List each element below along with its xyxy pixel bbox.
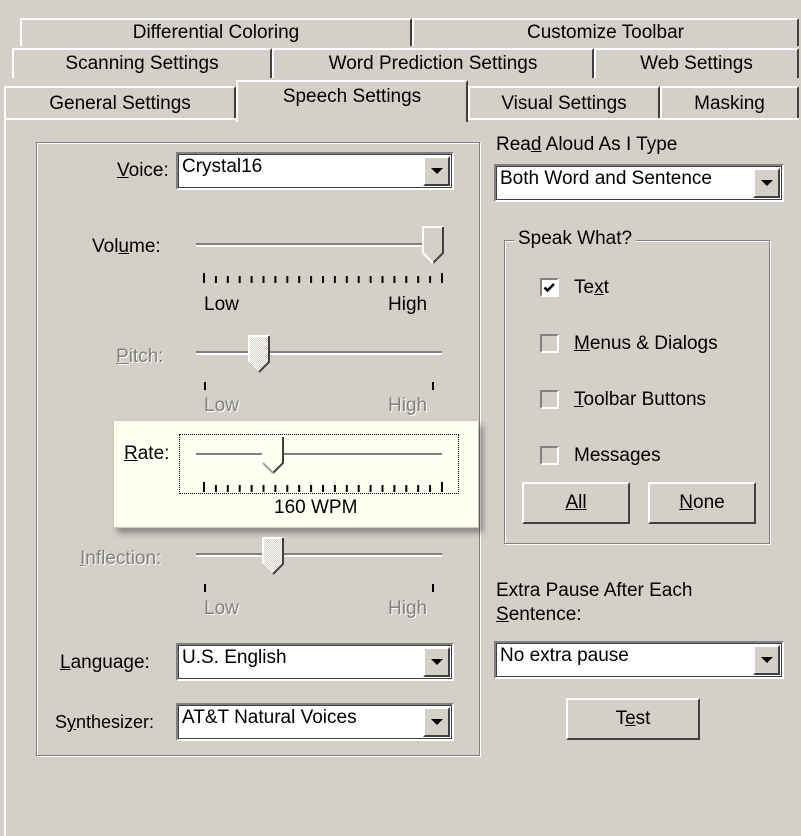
extra-pause-dropdown-button[interactable]	[753, 645, 780, 675]
extra-pause-select[interactable]: No extra pause	[494, 641, 784, 679]
voice-label: Voice:	[117, 160, 169, 181]
menus-dialogs-checkbox[interactable]	[540, 334, 559, 353]
read-aloud-value: Both Word and Sentence	[500, 168, 712, 189]
volume-ticks	[203, 273, 443, 283]
tab-label: Visual Settings	[501, 93, 627, 114]
tab-scanning-settings[interactable]: Scanning Settings	[12, 48, 272, 78]
all-button-label: All	[565, 492, 587, 513]
none-button-label: None	[679, 492, 725, 513]
tab-differential-coloring[interactable]: Differential Coloring	[20, 18, 412, 46]
check-icon	[543, 283, 555, 293]
inflection-slider-thumb	[262, 537, 284, 575]
inflection-tick-high	[432, 584, 434, 592]
extra-pause-label-line2: Sentence:	[496, 604, 582, 625]
inflection-low-label: Low	[204, 598, 239, 619]
menus-dialogs-checkbox-label[interactable]: Menus & Dialogs	[574, 333, 718, 355]
chevron-down-icon	[430, 719, 443, 725]
synthesizer-label: Synthesizer:	[55, 712, 155, 732]
pitch-label: Pitch:	[116, 346, 164, 367]
tab-label: General Settings	[49, 93, 191, 114]
messages-checkbox[interactable]	[540, 446, 559, 465]
tab-speech-settings[interactable]: Speech Settings	[236, 80, 468, 122]
tab-label: Masking	[694, 93, 765, 114]
rate-track	[196, 453, 442, 457]
tab-visual-settings[interactable]: Visual Settings	[468, 86, 660, 120]
tab-general-settings[interactable]: General Settings	[4, 86, 236, 120]
chevron-down-icon	[760, 657, 773, 663]
all-button[interactable]: All	[522, 482, 630, 524]
volume-track	[196, 243, 442, 247]
tab-customize-toolbar[interactable]: Customize Toolbar	[412, 18, 799, 46]
pitch-low-label: Low	[204, 395, 239, 416]
volume-high-label: High	[388, 294, 428, 315]
tab-label: Differential Coloring	[132, 22, 300, 43]
toolbar-buttons-checkbox[interactable]	[540, 390, 559, 409]
read-aloud-label: Read Aloud As I Type	[496, 134, 678, 155]
rate-label: Rate:	[124, 443, 170, 464]
pitch-high-label: High	[388, 395, 428, 416]
pitch-track	[196, 351, 442, 355]
pitch-tick-low	[204, 382, 206, 390]
inflection-track	[196, 553, 442, 557]
voice-value: Crystal16	[182, 156, 263, 177]
volume-low-label: Low	[204, 294, 239, 315]
rate-slider-thumb[interactable]	[262, 436, 284, 474]
extra-pause-value: No extra pause	[500, 645, 629, 666]
read-aloud-select[interactable]: Both Word and Sentence	[494, 164, 784, 202]
speak-what-title: Speak What?	[514, 228, 637, 250]
tab-label: Customize Toolbar	[526, 22, 684, 43]
synthesizer-dropdown-button[interactable]	[423, 707, 450, 737]
volume-label: Volume:	[92, 236, 161, 257]
tab-masking[interactable]: Masking	[660, 86, 799, 120]
rate-ticks	[203, 482, 443, 492]
test-button-label: Test	[615, 708, 651, 729]
language-select[interactable]: U.S. English	[176, 643, 454, 681]
pitch-tick-high	[432, 382, 434, 390]
chevron-down-icon	[430, 659, 443, 665]
rate-value-label: 160 WPM	[274, 497, 358, 518]
voice-dropdown-button[interactable]	[423, 156, 450, 186]
none-button[interactable]: None	[648, 482, 756, 524]
volume-slider-thumb[interactable]	[422, 226, 444, 264]
extra-pause-label: Extra Pause After Each	[496, 580, 693, 601]
text-checkbox[interactable]	[540, 278, 559, 297]
language-label: Language:	[60, 652, 150, 673]
tab-label: Web Settings	[640, 53, 753, 74]
tab-web-settings[interactable]: Web Settings	[594, 48, 799, 78]
inflection-label: Inflection:	[80, 548, 162, 569]
toolbar-buttons-checkbox-label[interactable]: Toolbar Buttons	[574, 389, 706, 411]
test-button[interactable]: Test	[566, 698, 700, 740]
tab-label: Speech Settings	[282, 86, 422, 107]
synthesizer-value: AT&T Natural Voices	[182, 707, 357, 728]
voice-select[interactable]: Crystal16	[176, 152, 454, 190]
chevron-down-icon	[760, 180, 773, 186]
inflection-high-label: High	[388, 598, 428, 619]
inflection-tick-low	[204, 584, 206, 592]
synthesizer-select[interactable]: AT&T Natural Voices	[176, 703, 454, 741]
text-checkbox-label[interactable]: Text	[574, 277, 609, 299]
pitch-slider-thumb	[248, 335, 270, 373]
language-dropdown-button[interactable]	[423, 647, 450, 677]
chevron-down-icon	[430, 168, 443, 174]
tab-label: Word Prediction Settings	[328, 53, 538, 74]
language-value: U.S. English	[182, 647, 287, 668]
tab-label: Scanning Settings	[65, 53, 219, 74]
messages-checkbox-label[interactable]: Messages	[574, 445, 661, 467]
read-aloud-dropdown-button[interactable]	[753, 168, 780, 198]
tab-word-prediction-settings[interactable]: Word Prediction Settings	[272, 48, 594, 78]
